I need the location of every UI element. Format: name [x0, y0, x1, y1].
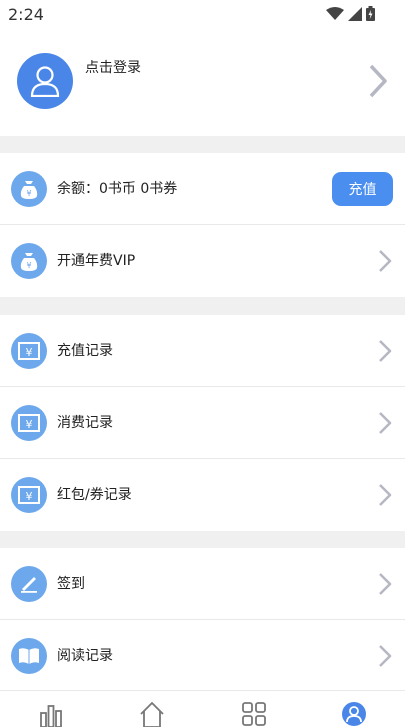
- reading-label: 阅读记录: [57, 648, 113, 664]
- chevron-right-icon: [379, 250, 392, 272]
- moneybag-icon: ¥: [11, 171, 47, 207]
- record-label: 红包/券记录: [57, 487, 132, 503]
- moneybag-icon: ¥: [11, 243, 47, 279]
- status-time: 2:24: [8, 5, 44, 24]
- topup-button[interactable]: 充值: [332, 172, 393, 206]
- coupon-record-row[interactable]: ¥ 红包/券记录: [0, 459, 405, 531]
- record-label: 消费记录: [57, 415, 113, 431]
- checkin-row[interactable]: 签到: [0, 548, 405, 620]
- user-icon: [30, 66, 60, 97]
- reading-record-row[interactable]: 阅读记录: [0, 620, 405, 692]
- receipt-icon: ¥: [11, 405, 47, 441]
- balance-row: ¥ 余额：0书币 0书券 充值: [0, 153, 405, 225]
- book-icon: [11, 638, 47, 674]
- status-bar: 2:24: [0, 0, 405, 30]
- svg-text:¥: ¥: [26, 418, 33, 431]
- profile-icon[interactable]: [341, 701, 367, 727]
- svg-text:¥: ¥: [26, 189, 31, 198]
- profile-header[interactable]: 点击登录: [0, 30, 405, 136]
- chart-icon[interactable]: [38, 701, 64, 727]
- section-gap: [0, 136, 405, 153]
- recharge-record-row[interactable]: ¥ 充值记录: [0, 315, 405, 387]
- checkin-label: 签到: [57, 576, 85, 592]
- login-link[interactable]: 点击登录: [85, 57, 141, 77]
- balance-label: 余额：0书币 0书券: [57, 181, 178, 197]
- pen-icon: [11, 566, 47, 602]
- section-gap: [0, 531, 405, 548]
- chevron-right-icon: [379, 340, 392, 362]
- chevron-right-icon: [379, 484, 392, 506]
- chevron-right-icon: [379, 412, 392, 434]
- vip-row[interactable]: ¥ 开通年费VIP: [0, 225, 405, 297]
- chevron-right-icon: [379, 645, 392, 667]
- status-icons: [326, 6, 375, 21]
- home-icon[interactable]: [139, 701, 165, 727]
- avatar[interactable]: [17, 53, 73, 109]
- record-label: 充值记录: [57, 343, 113, 359]
- battery-icon: [366, 6, 375, 21]
- receipt-icon: ¥: [11, 333, 47, 369]
- wifi-icon: [326, 6, 344, 20]
- consumption-record-row[interactable]: ¥ 消费记录: [0, 387, 405, 459]
- chevron-right-icon: [379, 573, 392, 595]
- section-gap: [0, 297, 405, 315]
- receipt-icon: ¥: [11, 477, 47, 513]
- chevron-right-icon[interactable]: [368, 64, 388, 98]
- svg-text:¥: ¥: [26, 490, 33, 503]
- bottom-tab-bar: [0, 690, 405, 727]
- grid-icon[interactable]: [241, 701, 267, 727]
- signal-icon: [348, 6, 362, 21]
- svg-text:¥: ¥: [26, 261, 31, 270]
- vip-label: 开通年费VIP: [57, 253, 136, 269]
- svg-text:¥: ¥: [26, 346, 33, 359]
